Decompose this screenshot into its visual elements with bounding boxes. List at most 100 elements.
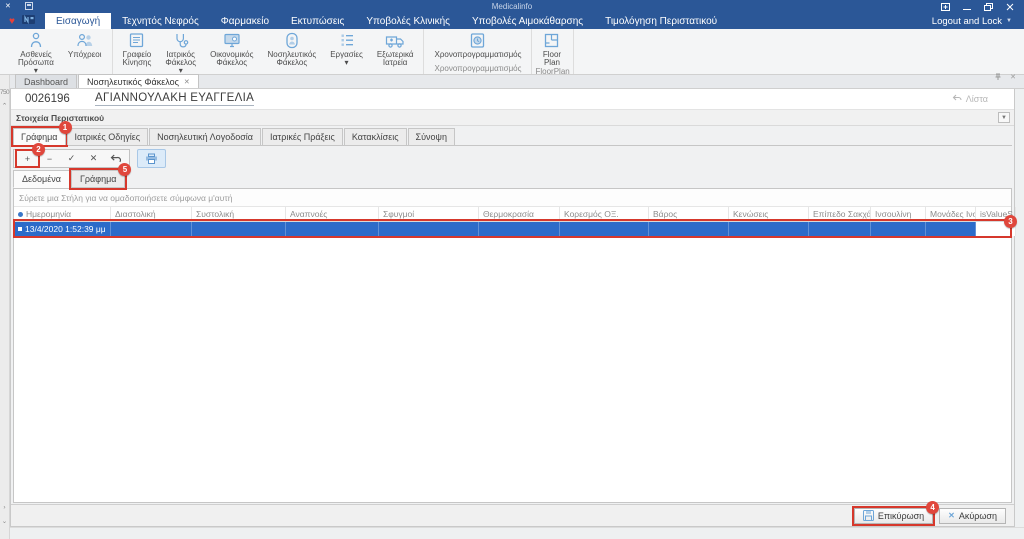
record-tab[interactable]: Ιατρικές Οδηγίες (67, 128, 149, 145)
ribbon-button-label: Χρονοπρογραμματισμός (434, 51, 521, 59)
reject-button[interactable]: ✕ (83, 151, 104, 166)
column-label: Βάρος (653, 209, 677, 219)
nursing-record-button[interactable]: Νοσηλευτικός Φάκελος (260, 30, 323, 67)
grid-column-header[interactable]: Συστολική (192, 207, 286, 221)
record-tab-bar: Γράφημα1Ιατρικές ΟδηγίεςΝοσηλευτική Λογο… (13, 128, 1012, 146)
ribbon-button-label: Ασθενείς Πρόσωπα ▾ (18, 51, 54, 75)
grid-cell (871, 222, 926, 236)
content-panel: 0026196 ΑΓΙΑΝΝΟΥΛΑΚΗ ΕΥΑΓΓΕΛΙΑ Λίστα Στο… (10, 89, 1015, 527)
ribbon-button-label: Ιατρικός Φάκελος ▾ (165, 51, 196, 75)
grid-column-header[interactable]: Μονάδες Ινσ (926, 207, 976, 221)
financial-record-icon (222, 31, 242, 50)
grid-column-header[interactable]: Θερμοκρασία (479, 207, 560, 221)
record-tab[interactable]: Ιατρικές Πράξεις (262, 128, 343, 145)
fullscreen-button[interactable] (941, 3, 950, 11)
grid-column-header[interactable]: Ημερομηνία (14, 207, 111, 221)
ribbon-button-label: Εργασίες ▾ (330, 51, 363, 67)
add-button[interactable]: +2 (17, 151, 38, 166)
section-collapse-button[interactable]: ▼ (998, 112, 1010, 123)
ambulance-button[interactable]: Εξωτερικά Ιατρεία (370, 30, 421, 67)
column-label: Ημερομηνία (26, 209, 71, 219)
close-tab-icon[interactable]: ✕ (184, 78, 190, 86)
row-indicator-icon (18, 227, 22, 231)
patient-person-button[interactable]: Ασθενείς Πρόσωπα ▾ (11, 30, 61, 75)
ribbon-group-label: Χρονοπρογραμματισμός (427, 64, 528, 74)
ribbon-tab[interactable]: Τιμολόγηση Περιστατικού (594, 13, 728, 29)
collapse-up-icon[interactable]: ⌃ (2, 102, 8, 110)
ambulance-icon (384, 31, 406, 50)
ribbon-tab[interactable]: Υποβολές Αιμοκάθαρσης (461, 13, 594, 29)
scheduling-button[interactable]: Χρονοπρογραμματισμός (427, 30, 528, 59)
ribbon-tab[interactable]: Υποβολές Κλινικής (355, 13, 461, 29)
record-tab[interactable]: Κατακλίσεις (344, 128, 407, 145)
doc-tab-label: Νοσηλευτικός Φάκελος (87, 77, 179, 87)
grid-header-row: Ημερομηνία Διαστολική ΣυστολικήΑναπνοές Σφυ… (14, 207, 1011, 222)
admissions-office-button[interactable]: Γραφείο Κίνησης (116, 30, 159, 67)
confirm-button[interactable]: Επικύρωση 4 (854, 508, 933, 524)
logout-and-lock-button[interactable]: Logout and Lock ▼ (932, 13, 1024, 29)
ribbon-button-label: Νοσηλευτικός Φάκελος (267, 51, 316, 67)
list-button[interactable]: Λίστα (952, 94, 988, 104)
grid-column-header[interactable]: Επίπεδο Σακχάρου (809, 207, 871, 221)
grid-column-header[interactable]: Σφυγμοί (379, 207, 479, 221)
financial-record-button[interactable]: Οικονομικός Φάκελος (203, 30, 260, 67)
ribbon-tab[interactable]: Φαρμακείο (210, 13, 280, 29)
left-side-strip[interactable]: 750 ⌃ › ⌄ (0, 75, 10, 539)
cancel-button[interactable]: ✕ Ακύρωση (939, 508, 1006, 524)
favorites-heart-icon[interactable]: ♥ (0, 16, 22, 27)
medical-record-button[interactable]: Ιατρικός Φάκελος ▾ (158, 30, 203, 75)
print-button[interactable] (137, 149, 166, 168)
column-label: Επίπεδο Σακχάρου (813, 209, 871, 219)
accept-button[interactable]: ✓ (61, 151, 82, 166)
group-by-hint: Σύρετε μια Στήλη για να ομαδοποιήσετε σύ… (14, 189, 1011, 207)
record-tab[interactable]: Σύνοψη (408, 128, 455, 145)
ribbon-tab[interactable]: Εισαγωγή (45, 13, 111, 29)
grid-column-header[interactable]: Ινσουλίνη (871, 207, 926, 221)
cell-value: 13/4/2020 1:52:39 μμ (25, 224, 106, 234)
view-tab[interactable]: Γράφημα5 (71, 170, 126, 188)
pin-icon[interactable] (994, 68, 1002, 86)
chevron-down-icon[interactable]: ⌄ (2, 517, 7, 525)
app-logo-icon[interactable] (22, 12, 35, 30)
ribbon-button-label: Υπόχρεοι (68, 51, 102, 59)
doc-tab[interactable]: Dashboard (15, 74, 77, 88)
grid-cell (976, 222, 1016, 236)
cancel-label: Ακύρωση (959, 511, 997, 521)
section-title: Στοιχεία Περιστατικού (16, 113, 104, 123)
column-label: Διαστολική (115, 209, 156, 219)
close-button[interactable] (1006, 3, 1014, 11)
ribbon-tab[interactable]: Εκτυπώσεις (280, 13, 355, 29)
ribbon-button-label: Γραφείο Κίνησης (123, 51, 152, 67)
column-label: Σφυγμοί (383, 209, 414, 219)
grid-column-header[interactable]: Κενώσεις (729, 207, 809, 221)
ribbon-button-label: Floor Plan (543, 51, 561, 67)
grid-column-header[interactable]: Αναπνοές (286, 207, 379, 221)
medical-record-icon (171, 31, 190, 50)
grid-cell (926, 222, 976, 236)
close-panel-icon[interactable]: ✕ (1010, 73, 1016, 81)
restore-button[interactable] (984, 3, 993, 11)
record-tab[interactable]: Νοσηλευτική Λογοδοσία (149, 128, 261, 145)
tasks-button[interactable]: Εργασίες ▾ (323, 30, 370, 67)
quick-close-icon[interactable]: ✕ (5, 3, 11, 10)
chevron-down-icon: ▼ (1006, 18, 1012, 24)
grid-column-header[interactable]: isValueS (976, 207, 1016, 221)
column-label: Κενώσεις (733, 209, 768, 219)
table-row[interactable]: 13/4/2020 1:52:39 μμ (14, 222, 1011, 236)
logout-label: Logout and Lock (932, 16, 1002, 27)
grid-column-header[interactable]: Διαστολική (111, 207, 192, 221)
ribbon-group: Χρονοπρογραμματισμός Χρονοπρογραμματισμός (424, 29, 532, 74)
quick-app-icon[interactable] (25, 2, 33, 12)
grid-column-header[interactable]: Βάρος (649, 207, 729, 221)
ribbon-group-buttons: Χρονοπρογραμματισμός (427, 30, 528, 64)
expand-right-icon[interactable]: › (3, 504, 5, 511)
view-tab[interactable]: Δεδομένα (13, 170, 70, 188)
section-header: Στοιχεία Περιστατικού ▼ (11, 110, 1014, 126)
floor-plan-button[interactable]: Floor Plan (535, 30, 568, 67)
doc-tab[interactable]: Νοσηλευτικός Φάκελος ✕ (78, 74, 199, 88)
grid-column-header[interactable]: Κορεσμός ΟΞ. (560, 207, 649, 221)
minimize-button[interactable] (963, 3, 971, 11)
list-button-label: Λίστα (966, 94, 988, 104)
ribbon-tab[interactable]: Τεχνητός Νεφρός (111, 13, 210, 29)
people-button[interactable]: Υπόχρεοι (61, 30, 109, 59)
